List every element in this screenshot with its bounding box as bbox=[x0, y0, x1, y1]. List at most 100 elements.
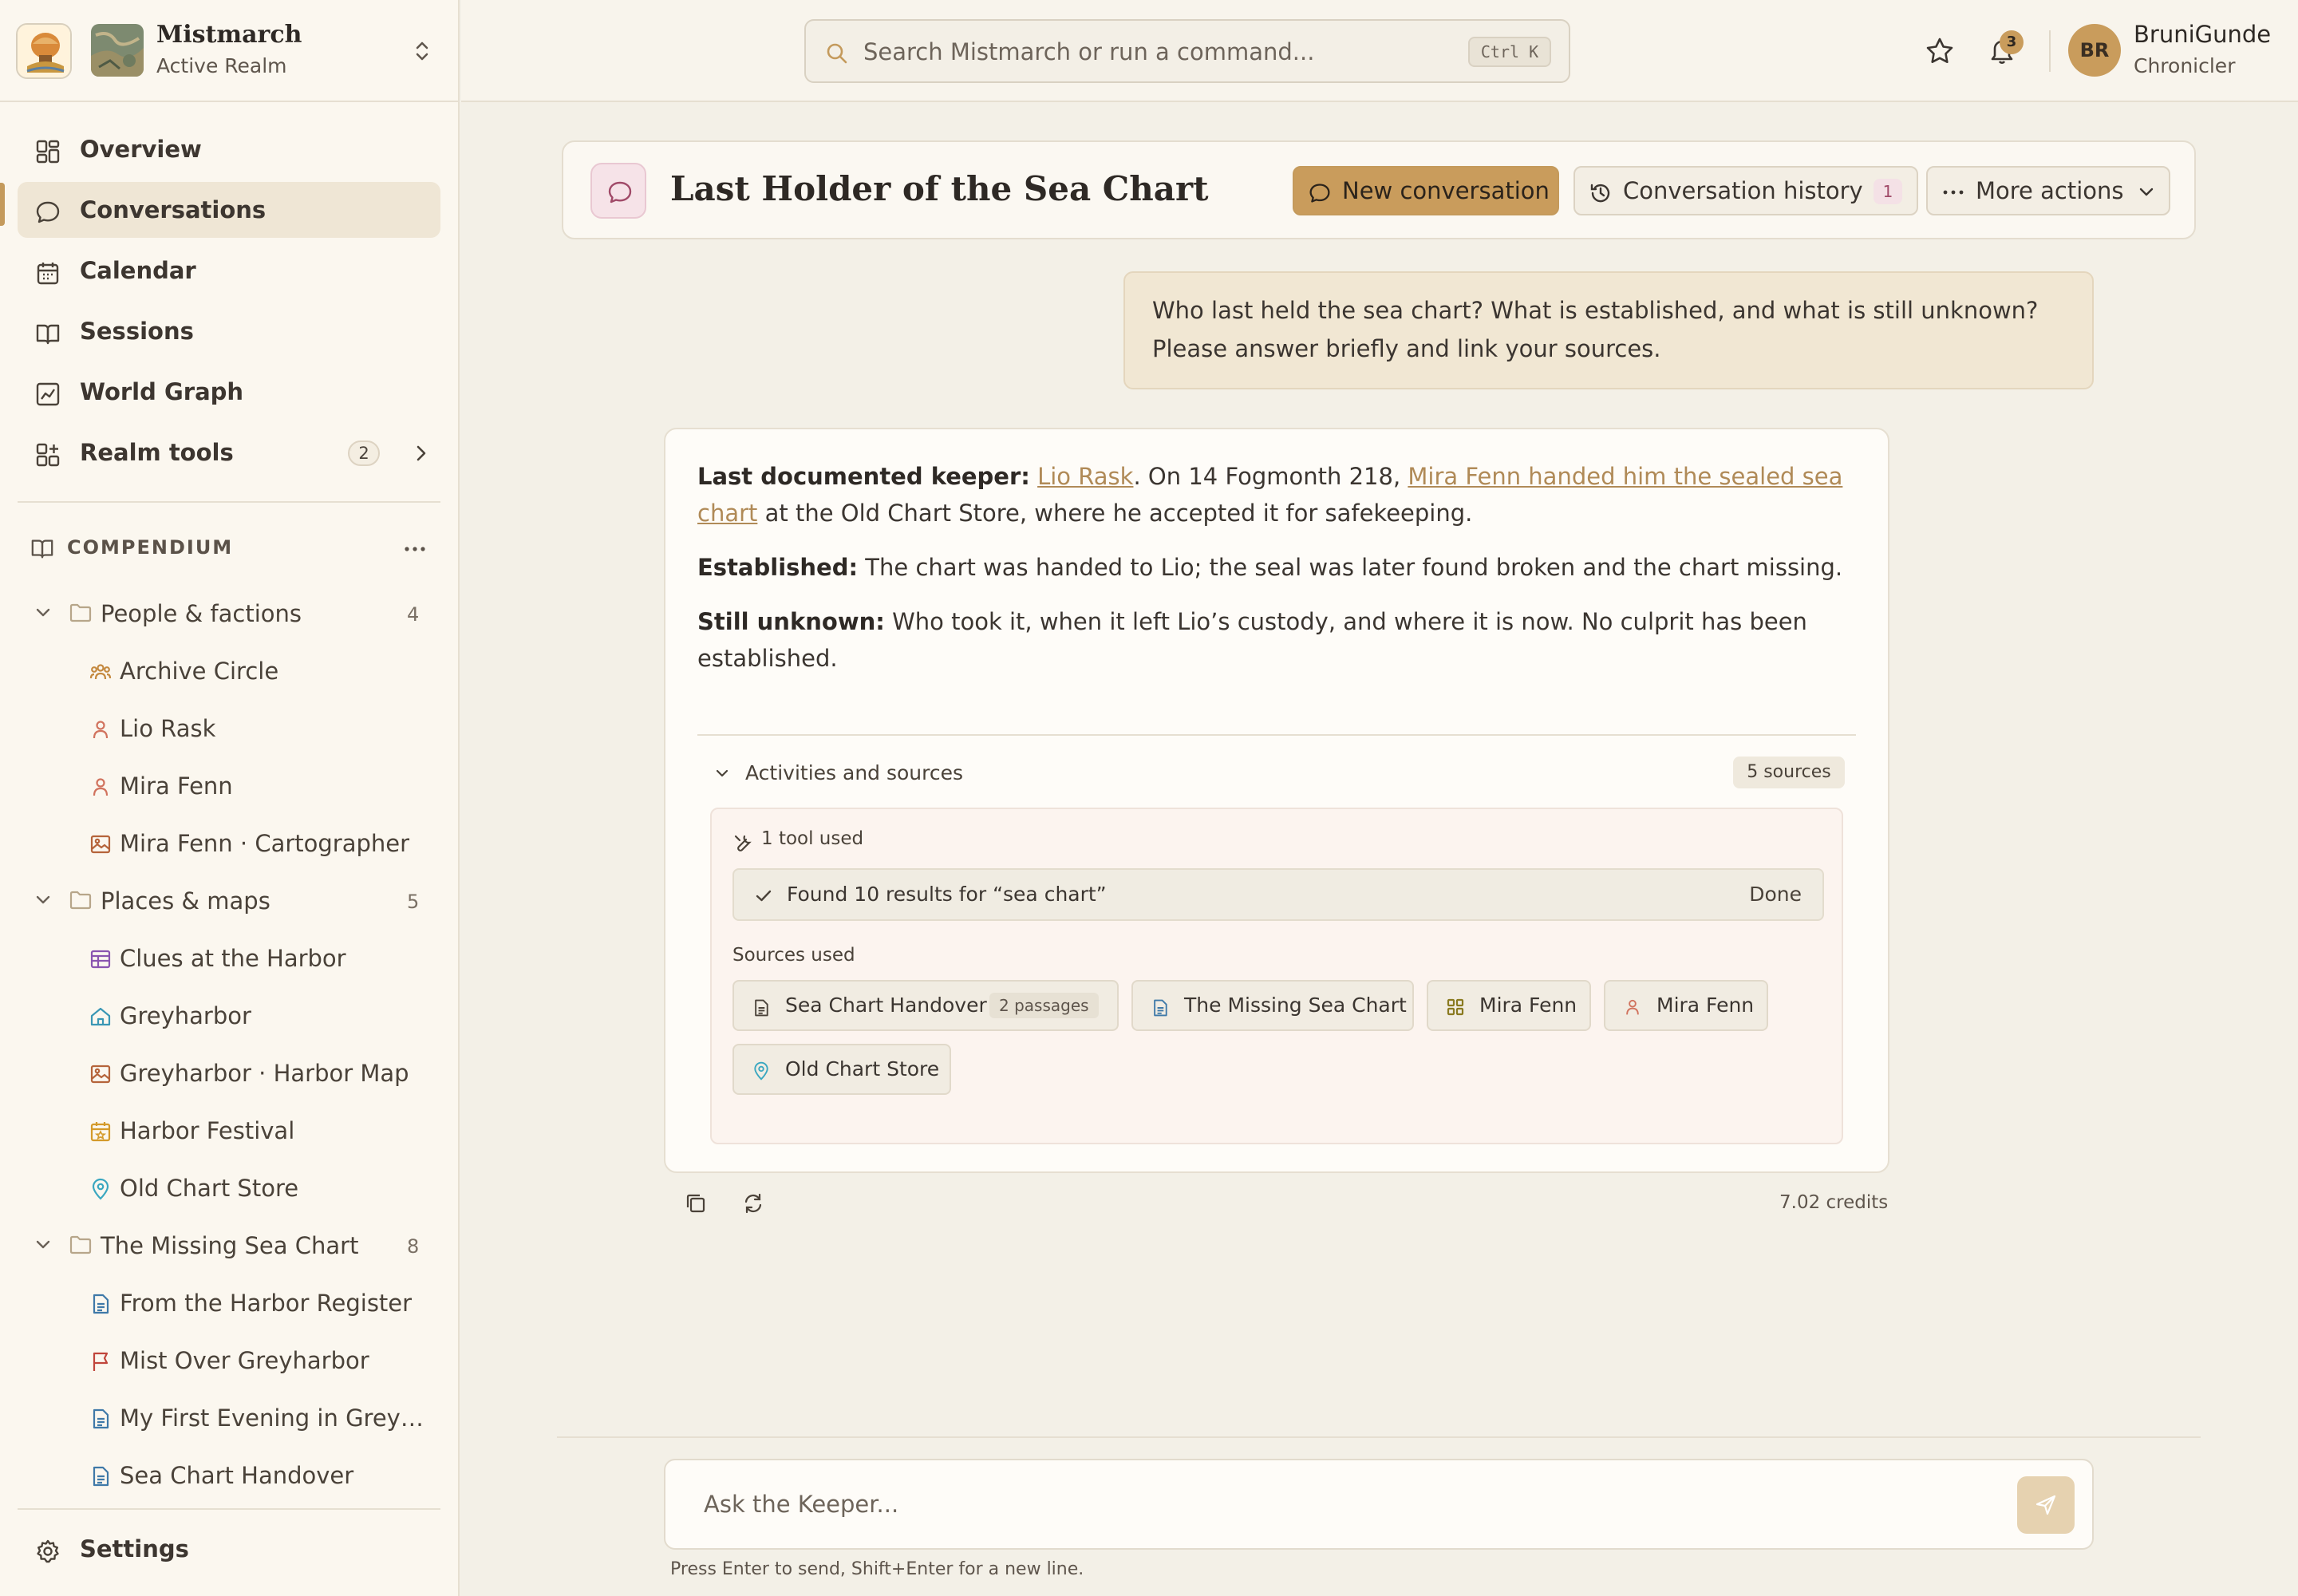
nav-world-graph[interactable]: World Graph bbox=[18, 364, 440, 420]
more-horizontal-icon bbox=[1942, 188, 1964, 196]
tree-item-greyharbor[interactable]: Greyharbor bbox=[88, 991, 439, 1039]
source-chip-label: Mira Fenn bbox=[1656, 994, 1755, 1017]
tree-item-mira-fenn[interactable]: Mira Fenn bbox=[88, 761, 439, 809]
dashboard-icon bbox=[35, 139, 61, 164]
source-chip[interactable]: Old Chart Store bbox=[732, 1044, 951, 1095]
tree-item-first-evening[interactable]: My First Evening in Grey… bbox=[88, 1393, 439, 1441]
new-conversation-button[interactable]: New conversation bbox=[1293, 166, 1559, 215]
folder-icon bbox=[69, 602, 93, 624]
history-count: 1 bbox=[1874, 179, 1902, 204]
tool-status: Done bbox=[1749, 883, 1802, 906]
active-nav-indicator bbox=[0, 183, 5, 226]
folder-missing-sea-chart[interactable]: The Missing Sea Chart 8 bbox=[30, 1221, 445, 1269]
flag-icon bbox=[89, 1350, 112, 1373]
tree-item-harbor-festival[interactable]: Harbor Festival bbox=[88, 1106, 439, 1154]
link-handover-source[interactable]: Mira Fenn handed him the sealed sea bbox=[1408, 463, 1842, 490]
source-chip[interactable]: Sea Chart Handover 2 passages bbox=[732, 980, 1119, 1031]
tree-item-archive-circle[interactable]: Archive Circle bbox=[88, 646, 439, 694]
nav-sessions[interactable]: Sessions bbox=[18, 303, 440, 359]
tool-result-row[interactable]: Found 10 results for “sea chart” Done bbox=[732, 868, 1824, 921]
tree-item-label: My First Evening in Grey… bbox=[120, 1404, 424, 1432]
tree-item-label: Harbor Festival bbox=[120, 1117, 295, 1144]
more-actions-label: More actions bbox=[1976, 177, 2124, 204]
command-search[interactable]: Search Mistmarch or run a command... Ctr… bbox=[804, 19, 1570, 83]
send-button[interactable] bbox=[2017, 1476, 2075, 1534]
tree-item-label: Sea Chart Handover bbox=[120, 1462, 354, 1489]
book-icon bbox=[30, 536, 54, 560]
open-book-icon bbox=[35, 321, 61, 346]
source-chip[interactable]: Mira Fenn bbox=[1427, 980, 1591, 1031]
nav-settings-label: Settings bbox=[80, 1535, 189, 1562]
chevron-down-icon[interactable] bbox=[34, 605, 53, 621]
tree-item-mist-over-greyharbor[interactable]: Mist Over Greyharbor bbox=[88, 1336, 439, 1384]
search-icon bbox=[825, 41, 849, 65]
tree-item-greyharbor-harbor-map[interactable]: Greyharbor · Harbor Map bbox=[88, 1049, 439, 1096]
folder-count: 5 bbox=[407, 891, 420, 913]
more-actions-button[interactable]: More actions bbox=[1926, 166, 2170, 215]
folder-label: People & factions bbox=[101, 600, 302, 627]
chevron-down-icon[interactable] bbox=[34, 892, 53, 908]
tree-item-old-chart-store[interactable]: Old Chart Store bbox=[88, 1163, 439, 1211]
link-handover-source[interactable]: chart bbox=[697, 500, 757, 527]
tree-item-clues-at-the-harbor[interactable]: Clues at the Harbor bbox=[88, 934, 439, 982]
nav-conversations[interactable]: Conversations bbox=[18, 182, 440, 238]
line-chart-icon bbox=[35, 381, 61, 407]
tree-item-harbor-register[interactable]: From the Harbor Register bbox=[88, 1278, 439, 1326]
top-bar: Search Mistmarch or run a command... Ctr… bbox=[461, 0, 2298, 102]
shortcut-hint: Ctrl K bbox=[1468, 37, 1551, 67]
copy-icon[interactable] bbox=[685, 1192, 707, 1215]
tree-item-label: Mist Over Greyharbor bbox=[120, 1347, 369, 1374]
chevron-right-icon[interactable] bbox=[410, 442, 432, 464]
calendar-star-icon bbox=[89, 1120, 112, 1143]
composer-divider bbox=[557, 1436, 2201, 1438]
tree-item-lio-rask[interactable]: Lio Rask bbox=[88, 704, 439, 752]
conversation-history-button[interactable]: Conversation history 1 bbox=[1573, 166, 1918, 215]
keeper-label: Last documented keeper: bbox=[697, 463, 1030, 490]
location-pin-icon bbox=[89, 1178, 112, 1200]
app-logo bbox=[16, 23, 72, 79]
table-icon bbox=[89, 948, 112, 970]
source-chip[interactable]: The Missing Sea Chart bbox=[1131, 980, 1414, 1031]
nav-calendar[interactable]: Calendar bbox=[18, 243, 440, 298]
user-message-line: Who last held the sea chart? What is est… bbox=[1152, 297, 2039, 324]
more-horizontal-icon[interactable] bbox=[402, 544, 428, 554]
realm-subtitle: Active Realm bbox=[156, 54, 287, 77]
source-chip-label: Sea Chart Handover bbox=[785, 994, 987, 1017]
user-message: Who last held the sea chart? What is est… bbox=[1123, 271, 2094, 389]
nav-overview[interactable]: Overview bbox=[18, 121, 440, 177]
folder-icon bbox=[69, 889, 93, 911]
answer-unknown-line-2: established. bbox=[697, 645, 838, 672]
topbar-divider bbox=[2049, 30, 2051, 72]
person-icon bbox=[89, 718, 112, 741]
activities-toggle[interactable]: Activities and sources bbox=[745, 761, 963, 784]
chevron-down-icon[interactable] bbox=[34, 1237, 53, 1253]
tool-result-text: Found 10 results for “sea chart” bbox=[787, 883, 1107, 906]
folder-people-factions[interactable]: People & factions 4 bbox=[30, 589, 445, 637]
avatar[interactable]: BR bbox=[2068, 24, 2121, 77]
tree-item-mira-fenn-cartographer[interactable]: Mira Fenn · Cartographer bbox=[88, 819, 439, 867]
regenerate-icon[interactable] bbox=[742, 1192, 764, 1215]
tree-item-sea-chart-handover[interactable]: Sea Chart Handover bbox=[88, 1451, 439, 1499]
answer-keeper-line: Last documented keeper: Lio Rask. On 14 … bbox=[697, 463, 1842, 490]
search-placeholder: Search Mistmarch or run a command... bbox=[863, 38, 1315, 65]
conversation-title: Last Holder of the Sea Chart bbox=[670, 169, 1209, 208]
link-lio-rask[interactable]: Lio Rask bbox=[1037, 463, 1133, 490]
message-composer[interactable]: Ask the Keeper... bbox=[664, 1459, 2094, 1550]
person-icon bbox=[1623, 998, 1642, 1017]
source-chip[interactable]: Mira Fenn bbox=[1604, 980, 1768, 1031]
folder-places-maps[interactable]: Places & maps 5 bbox=[30, 876, 445, 924]
document-icon bbox=[89, 1465, 112, 1487]
tree-item-label: Archive Circle bbox=[120, 658, 279, 685]
chevron-down-icon[interactable] bbox=[713, 768, 731, 780]
nav-realm-tools[interactable]: Realm tools 2 bbox=[18, 425, 440, 480]
calendar-icon bbox=[35, 260, 61, 286]
send-icon bbox=[2035, 1495, 2056, 1515]
nav-settings[interactable]: Settings bbox=[18, 1521, 440, 1577]
realm-switcher[interactable]: Mistmarch Active Realm bbox=[0, 0, 458, 102]
user-name[interactable]: BruniGunde bbox=[2134, 21, 2271, 48]
star-icon[interactable] bbox=[1925, 37, 1955, 65]
nav-realm-tools-label: Realm tools bbox=[80, 439, 234, 466]
notification-badge: 3 bbox=[2000, 30, 2024, 54]
chevron-up-down-icon[interactable] bbox=[410, 38, 434, 64]
unknown-label: Still unknown: bbox=[697, 608, 885, 635]
